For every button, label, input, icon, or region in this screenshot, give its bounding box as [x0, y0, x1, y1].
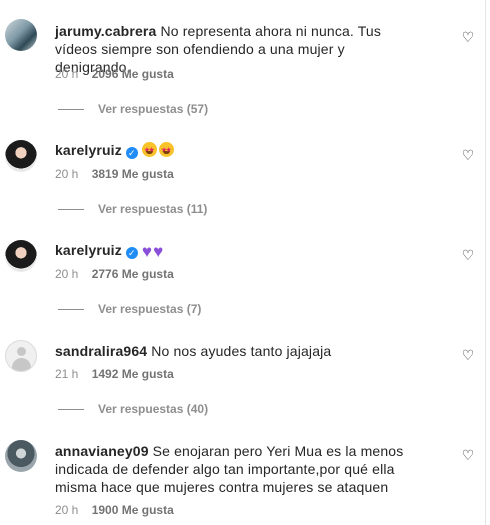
star-struck-emoji [141, 142, 157, 160]
comment-time[interactable]: 20 h [55, 167, 78, 181]
comment-meta: 20 h 1900 Me gusta [55, 503, 174, 517]
view-replies-button[interactable]: Ver respuestas (11) [58, 202, 207, 216]
comment-likes[interactable]: 1900 Me gusta [92, 503, 174, 517]
default-avatar-icon[interactable] [5, 340, 37, 372]
heart-outline-icon[interactable]: ♡ [461, 348, 475, 362]
heart-outline-icon[interactable]: ♡ [461, 148, 475, 162]
view-replies-label: Ver respuestas (11) [98, 202, 208, 216]
replies-divider [58, 409, 84, 411]
avatar[interactable] [5, 19, 37, 51]
comment-body: sandralira964 No nos ayudes tanto jajajaj… [55, 342, 415, 360]
replies-divider [58, 209, 84, 211]
comment-meta: 21 h 1492 Me gusta [55, 367, 174, 381]
comment-username[interactable]: annavianey09 [55, 443, 149, 459]
comment-meta: 20 h 2096 Me gusta [55, 67, 174, 81]
view-replies-label: Ver respuestas (40) [98, 402, 209, 416]
star-struck-emoji [158, 142, 174, 160]
comment-likes[interactable]: 3819 Me gusta [92, 167, 174, 181]
comment-body: annavianey09 Se enojaran pero Yeri Mua es… [55, 442, 420, 496]
comment-time[interactable]: 20 h [55, 67, 78, 81]
avatar[interactable] [5, 240, 37, 272]
heart-outline-icon[interactable]: ♡ [461, 30, 475, 44]
comment-username[interactable]: sandralira964 [55, 343, 147, 359]
comment-meta: 20 h 2776 Me gusta [55, 267, 174, 281]
comment-username[interactable]: jarumy.cabrera [55, 23, 156, 39]
heart-outline-icon[interactable]: ♡ [461, 448, 475, 462]
view-replies-button[interactable]: Ver respuestas (40) [58, 402, 208, 416]
heart-outline-icon[interactable]: ♡ [461, 248, 475, 262]
purple-heart-emoji: ♥ [141, 242, 153, 261]
comment-time[interactable]: 20 h [55, 503, 78, 517]
view-replies-label: Ver respuestas (7) [98, 302, 202, 316]
comment-likes[interactable]: 2096 Me gusta [92, 67, 174, 81]
verified-badge-icon: ✓ [125, 147, 138, 159]
avatar[interactable] [5, 140, 37, 172]
scroll-edge [485, 0, 486, 525]
replies-divider [58, 109, 84, 111]
comment-meta: 20 h 3819 Me gusta [55, 167, 174, 181]
view-replies-button[interactable]: Ver respuestas (7) [58, 302, 201, 316]
comment-body: karelyruiz ✓ ♥♥ [55, 241, 415, 261]
comment-time[interactable]: 21 h [55, 367, 78, 381]
comment-likes[interactable]: 1492 Me gusta [92, 367, 174, 381]
comment-username[interactable]: karelyruiz [55, 142, 122, 158]
view-replies-label: Ver respuestas (57) [98, 102, 209, 116]
comment-body: karelyruiz ✓ [55, 141, 415, 160]
comment-likes[interactable]: 2776 Me gusta [92, 267, 174, 281]
avatar[interactable] [5, 440, 37, 472]
verified-badge-icon: ✓ [125, 247, 138, 259]
replies-divider [58, 309, 84, 311]
comment-username[interactable]: karelyruiz [55, 242, 122, 258]
comment-time[interactable]: 20 h [55, 267, 78, 281]
purple-heart-emoji: ♥ [153, 242, 164, 261]
view-replies-button[interactable]: Ver respuestas (57) [58, 102, 208, 116]
comment-text: No nos ayudes tanto jajajaja [151, 343, 332, 359]
